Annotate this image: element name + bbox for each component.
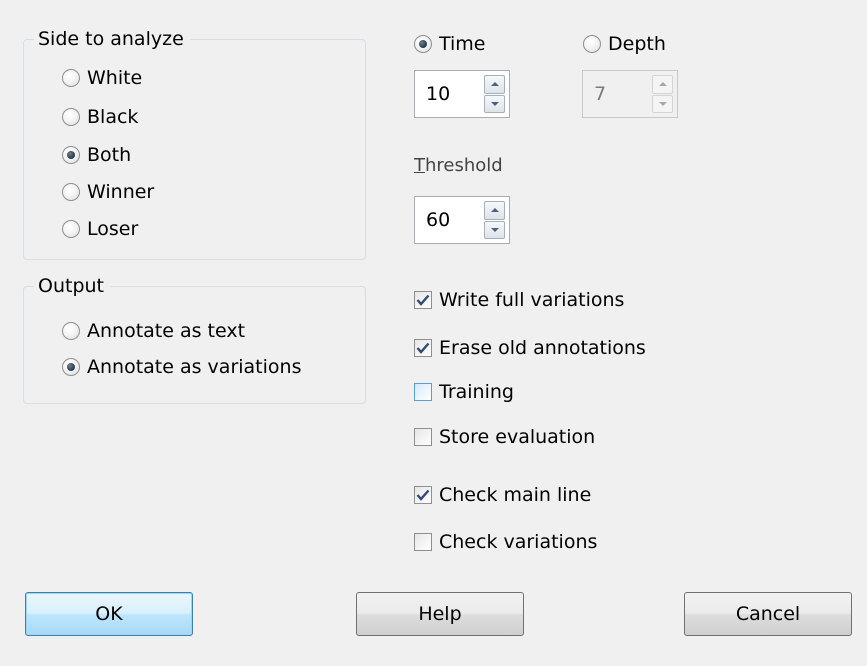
write-full-variations-box[interactable] [414, 291, 432, 309]
radio-loser[interactable]: Loser [62, 214, 138, 244]
side-to-analyze-title: Side to analyze [34, 26, 190, 52]
radio-depth-label: Depth [608, 33, 666, 55]
depth-spin-down-button [652, 94, 673, 113]
radio-time-label: Time [439, 33, 486, 55]
checkbox-erase-old-annotations[interactable]: Erase old annotations [414, 333, 646, 363]
depth-spinbox[interactable]: 7 [582, 70, 678, 118]
check-main-line-label: Check main line [439, 484, 592, 506]
arrow-up-icon [490, 208, 499, 213]
arrow-up-icon [490, 82, 499, 87]
radio-winner-label: Winner [87, 181, 155, 203]
radio-annotate-text-indicator[interactable] [62, 322, 80, 340]
radio-black-indicator[interactable] [62, 108, 80, 126]
radio-winner[interactable]: Winner [62, 177, 154, 207]
radio-annotate-text-label: Annotate as text [87, 320, 246, 342]
radio-white[interactable]: White [62, 63, 142, 93]
ok-button[interactable]: OK [25, 592, 193, 636]
check-main-line-box[interactable] [414, 486, 432, 504]
radio-depth[interactable]: Depth [583, 29, 666, 59]
arrow-up-icon [658, 82, 667, 87]
radio-black[interactable]: Black [62, 102, 138, 132]
time-value[interactable]: 10 [426, 71, 450, 117]
threshold-spin-down-button[interactable] [484, 220, 505, 239]
threshold-spin-up-button[interactable] [484, 201, 505, 220]
threshold-label: Threshold [414, 155, 503, 176]
threshold-spin-arrows [484, 201, 505, 239]
threshold-value[interactable]: 60 [426, 197, 450, 243]
checkmark-icon [416, 294, 430, 306]
depth-spin-arrows [652, 75, 673, 113]
checkbox-training[interactable]: Training [414, 377, 514, 407]
checkbox-check-variations[interactable]: Check variations [414, 527, 597, 557]
time-spinbox[interactable]: 10 [414, 70, 510, 118]
radio-annotate-variations[interactable]: Annotate as variations [62, 352, 301, 382]
radio-both[interactable]: Both [62, 140, 131, 170]
radio-time-indicator[interactable] [414, 35, 432, 53]
cancel-button[interactable]: Cancel [684, 592, 852, 636]
radio-black-label: Black [87, 106, 139, 128]
erase-old-annotations-box[interactable] [414, 339, 432, 357]
training-label: Training [439, 381, 514, 403]
radio-both-label: Both [87, 144, 132, 166]
check-variations-box[interactable] [414, 533, 432, 551]
checkbox-write-full-variations[interactable]: Write full variations [414, 285, 624, 315]
checkmark-icon [416, 489, 430, 501]
radio-annotate-text[interactable]: Annotate as text [62, 316, 245, 346]
checkbox-store-evaluation[interactable]: Store evaluation [414, 422, 595, 452]
arrow-down-icon [490, 101, 499, 106]
time-spin-arrows [484, 75, 505, 113]
radio-white-indicator[interactable] [62, 69, 80, 87]
write-full-variations-label: Write full variations [439, 289, 625, 311]
radio-time[interactable]: Time [414, 29, 486, 59]
radio-winner-indicator[interactable] [62, 183, 80, 201]
help-button[interactable]: Help [356, 592, 524, 636]
depth-value: 7 [594, 83, 607, 105]
checkbox-check-main-line[interactable]: Check main line [414, 480, 591, 510]
radio-loser-label: Loser [87, 218, 139, 240]
threshold-label-rest: hreshold [425, 155, 503, 176]
radio-both-indicator[interactable] [62, 146, 80, 164]
threshold-spinbox[interactable]: 60 [414, 196, 510, 244]
threshold-label-mnemonic: T [414, 155, 425, 176]
arrow-down-icon [658, 101, 667, 106]
arrow-down-icon [490, 227, 499, 232]
store-evaluation-label: Store evaluation [439, 426, 596, 448]
time-spin-up-button[interactable] [484, 75, 505, 94]
store-evaluation-box[interactable] [414, 428, 432, 446]
time-spin-down-button[interactable] [484, 94, 505, 113]
training-box[interactable] [414, 383, 432, 401]
erase-old-annotations-label: Erase old annotations [439, 337, 646, 359]
radio-loser-indicator[interactable] [62, 220, 80, 238]
radio-annotate-variations-indicator[interactable] [62, 358, 80, 376]
check-variations-label: Check variations [439, 531, 598, 553]
radio-annotate-variations-label: Annotate as variations [87, 356, 302, 378]
radio-depth-indicator[interactable] [583, 35, 601, 53]
depth-spin-up-button [652, 75, 673, 94]
radio-white-label: White [87, 67, 143, 89]
output-title: Output [34, 273, 110, 299]
checkmark-icon [416, 342, 430, 354]
